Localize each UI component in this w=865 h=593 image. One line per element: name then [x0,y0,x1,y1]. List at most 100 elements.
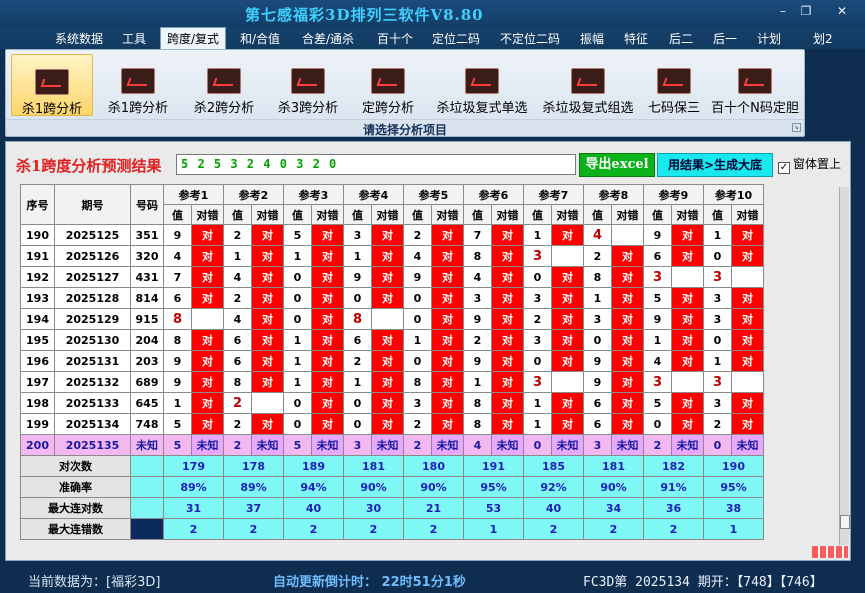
expand-icon[interactable]: ↘ [792,123,801,132]
menu-last-one[interactable]: 后一 [713,30,737,47]
ribbon-kill-junk-group[interactable]: 杀垃圾复式组选 [536,54,640,116]
cell-value: 5 [643,287,672,309]
minimize-button[interactable]: – [773,4,793,18]
cell-value: 0 [283,266,312,288]
menu-feature[interactable]: 特征 [624,30,648,47]
vertical-scrollbar[interactable] [839,187,850,545]
cell-hit: 对 [671,287,704,309]
table-row[interactable]: 195 2025130 204 8 对 6 对 1 对 6 对 1 对 2 对 3 对 0 对 1 对 0 对 [20,329,764,351]
prediction-result-field[interactable]: 5 2 5 3 2 4 0 3 2 0 [176,154,576,175]
cell-period: 2025126 [54,245,131,267]
cell-hit: 对 [671,329,704,351]
header-ref-9[interactable]: 参考9 [643,184,704,205]
cell-status: 未知 [431,434,464,456]
cell-hit: 对 [611,329,644,351]
cell-hit: 对 [311,329,344,351]
table-row[interactable]: 194 2025129 915 8 4 对 0 对 8 0 对 9 对 2 对 3 对 9 对 3 对 [20,308,764,330]
ribbon-kill-3-span[interactable]: 杀3跨分析 [268,54,348,116]
cell-value: 0 [523,266,552,288]
menu-tools[interactable]: 工具 [122,30,146,47]
header-ref-10[interactable]: 参考10 [703,184,764,205]
table-row[interactable]: 191 2025126 320 4 对 1 对 1 对 1 对 4 对 8 对 3 2 对 6 对 0 对 [20,245,764,267]
current-period-row[interactable]: 200 2025135 未知 5 未知 2 未知 5 未知 3 未知 2 未知 4 未知 0 未知 3 未知 2 未知 0… [20,434,764,456]
header-ref-8[interactable]: 参考8 [583,184,644,205]
ribbon-kill-1-span-selected[interactable]: 杀1跨分析 [11,54,93,117]
menu-plan[interactable]: 计划 [757,30,781,47]
menu-last-two[interactable]: 后二 [669,30,693,47]
stats-value: 189 [283,455,344,477]
ribbon-kill-2-span[interactable]: 杀2跨分析 [184,54,264,116]
cell-value: 7 [463,224,492,246]
cell-value: 3 [703,392,732,414]
header-ref-4[interactable]: 参考4 [343,184,404,205]
pin-window-checkbox[interactable]: ✓ 窗体置上 [778,155,841,174]
stats-value: 180 [403,455,464,477]
stats-value: 38 [703,497,764,519]
cell-value: 1 [523,413,552,435]
header-ref-6[interactable]: 参考6 [463,184,524,205]
cell-hit: 对 [251,245,284,267]
header-ref-5[interactable]: 参考5 [403,184,464,205]
header-ref-3[interactable]: 参考3 [283,184,344,205]
checkbox-icon[interactable]: ✓ [778,162,790,174]
menu-sum-value[interactable]: 和/合值 [240,30,280,47]
cell-number: 814 [130,287,164,309]
ribbon-seven-code-keep-three[interactable]: 七码保三 [642,54,706,116]
header-number: 号码 [130,184,164,225]
cell-value: 6 [223,350,252,372]
cell-value: 9 [583,371,612,393]
menu-plan-2[interactable]: 划2 [813,30,833,47]
header-ref-7[interactable]: 参考7 [523,184,584,205]
cell-value: 2 [223,224,252,246]
table-row[interactable]: 197 2025132 689 9 对 8 对 1 对 1 对 8 对 1 对 3 9 对 3 3 [20,371,764,393]
cell-hit: 对 [191,287,224,309]
ribbon-button-label: 杀1跨分析 [21,102,83,117]
ribbon-fixed-span[interactable]: 定跨分析 [352,54,424,116]
export-excel-button[interactable]: 导出excel [579,153,655,177]
header-ref-1[interactable]: 参考1 [163,184,224,205]
table-row[interactable]: 198 2025133 645 1 对 2 0 对 0 对 3 对 8 对 1 对 6 对 5 对 3 对 [20,392,764,414]
table-row[interactable]: 193 2025128 814 6 对 2 对 0 对 0 对 0 对 3 对 3 对 1 对 5 对 3 对 [20,287,764,309]
stats-value: 90% [403,476,464,498]
header-value: 值 [703,204,732,225]
menu-diff-kill[interactable]: 合差/通杀 [302,30,354,47]
stats-value: 2 [283,518,344,540]
close-button[interactable]: ✕ [832,4,852,18]
title-bar: 第七感福彩3D排列三软件V8.80 – ❐ ✕ [0,0,865,27]
chart-icon [738,68,772,94]
cell-seq: 191 [20,245,55,267]
table-row[interactable]: 190 2025125 351 9 对 2 对 5 对 3 对 2 对 7 对 1 对 4 9 对 1 对 [20,224,764,246]
cell-hit: 对 [251,308,284,330]
menu-non-position-two-code[interactable]: 不定位二码 [500,30,560,47]
stats-value: 2 [343,518,404,540]
cell-value: 3 [643,371,672,393]
header-result: 对错 [611,204,644,225]
current-data-label: 当前数据为：[福彩3D] [28,575,161,590]
generate-base-button[interactable]: 用结果>生成大底 [657,153,773,177]
ribbon-kill-junk-single[interactable]: 杀垃圾复式单选 [430,54,534,116]
cell-value: 2 [643,434,672,456]
menu-system-data[interactable]: 系统数据 [55,30,103,47]
cell-hit: 对 [251,287,284,309]
ribbon-n-code-fixed[interactable]: 百十个N码定胆 [709,54,801,116]
header-ref-2[interactable]: 参考2 [223,184,284,205]
cell-value: 4 [223,266,252,288]
cell-value: 6 [223,329,252,351]
table-row[interactable]: 196 2025131 203 9 对 6 对 1 对 2 对 0 对 9 对 0 对 9 对 4 对 1 对 [20,350,764,372]
pin-window-label: 窗体置上 [793,157,842,171]
cell-hit: 对 [371,371,404,393]
cell-hit: 对 [671,392,704,414]
menu-hundreds-tens-units[interactable]: 百十个 [377,30,413,47]
maximize-button[interactable]: ❐ [796,4,816,18]
ribbon-kill-1-span[interactable]: 杀1跨分析 [98,54,178,116]
table-row[interactable]: 192 2025127 431 7 对 4 对 0 对 9 对 9 对 4 对 0 对 8 对 3 3 [20,266,764,288]
cell-period: 2025134 [54,413,131,435]
menu-span-compound[interactable]: 跨度/复式 [160,27,227,49]
header-result: 对错 [491,204,524,225]
menu-position-two-code[interactable]: 定位二码 [432,30,480,47]
cell-value: 2 [223,287,252,309]
table-row[interactable]: 199 2025134 748 5 对 2 对 0 对 0 对 2 对 8 对 1 对 6 对 0 对 2 对 [20,413,764,435]
stats-value: 191 [463,455,524,477]
scrollbar-thumb[interactable] [840,515,850,529]
menu-amplitude[interactable]: 振幅 [580,30,604,47]
